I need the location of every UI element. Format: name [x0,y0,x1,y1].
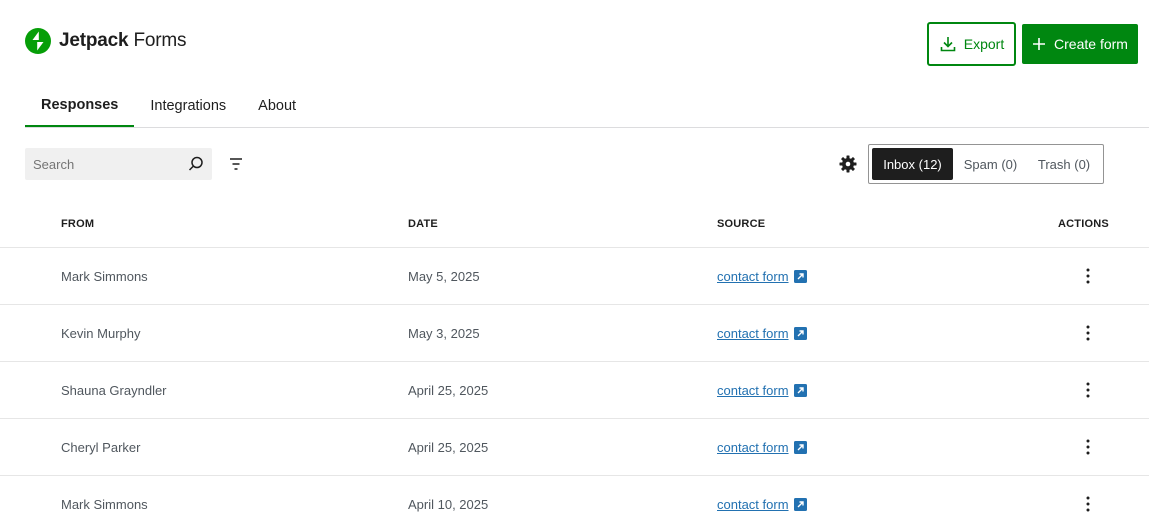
tabs-divider [25,127,1149,128]
tab-label: Integrations [150,97,227,114]
source-link[interactable]: contact form [717,440,807,455]
tab-integrations[interactable]: Integrations [134,84,242,127]
jetpack-bolt-icon [25,28,51,54]
source-link-text: contact form [717,383,789,398]
cell-date: April 25, 2025 [408,383,489,398]
external-link-icon [793,327,807,340]
cell-date: April 10, 2025 [408,497,489,512]
table-row[interactable]: Kevin Murphy May 3, 2025 contact form [0,305,1149,362]
filter-icon[interactable] [226,154,246,174]
more-vertical-icon[interactable] [1078,379,1098,401]
more-vertical-icon[interactable] [1078,493,1098,515]
cell-from: Mark Simmons [61,269,148,284]
download-icon [940,37,956,52]
export-button[interactable]: Export [927,22,1016,66]
source-link-text: contact form [717,440,789,455]
responses-toolbar: Inbox (12) Spam (0) Trash (0) [0,144,1149,184]
column-header-from: FROM [61,218,95,230]
column-header-actions: ACTIONS [1058,218,1109,230]
folder-trash[interactable]: Trash (0) [1028,148,1100,180]
search-icon[interactable] [187,155,205,173]
app-title: Jetpack Forms [59,30,187,51]
app-logo: Jetpack Forms [25,28,186,54]
cell-from: Mark Simmons [61,497,148,512]
folder-spam[interactable]: Spam (0) [953,148,1028,180]
source-link-text: contact form [717,269,789,284]
folder-inbox[interactable]: Inbox (12) [872,148,953,180]
column-header-source: SOURCE [717,218,766,230]
cell-source: contact form [717,326,807,341]
cell-source: contact form [717,440,807,455]
column-header-date: DATE [408,218,438,230]
create-form-button[interactable]: Create form [1022,24,1138,64]
source-link-text: contact form [717,497,789,512]
cell-from: Cheryl Parker [61,440,141,455]
folder-label: Trash (0) [1037,156,1091,172]
tab-about[interactable]: About [242,84,312,127]
external-link-icon [793,441,807,454]
folder-label: Spam (0) [963,156,1018,172]
tab-bar: Responses Integrations About [25,84,312,128]
cell-from: Shauna Grayndler [61,383,167,398]
external-link-icon [793,384,807,397]
cell-source: contact form [717,269,807,284]
external-link-icon [793,270,807,283]
cell-date: May 3, 2025 [408,326,480,341]
table-row[interactable]: Shauna Grayndler April 25, 2025 contact … [0,362,1149,419]
cell-date: April 25, 2025 [408,440,489,455]
more-vertical-icon[interactable] [1078,265,1098,287]
tab-responses[interactable]: Responses [25,84,135,127]
search-input[interactable] [25,148,185,180]
cell-source: contact form [717,497,807,512]
external-link-icon [793,498,807,511]
cell-from: Kevin Murphy [61,326,141,341]
export-button-label: Export [963,36,1005,52]
search-box [25,148,212,180]
cell-source: contact form [717,383,807,398]
table-row[interactable]: Mark Simmons May 5, 2025 contact form [0,248,1149,305]
table-row[interactable]: Mark Simmons April 10, 2025 contact form [0,476,1149,526]
source-link[interactable]: contact form [717,326,807,341]
responses-table: FROM DATE SOURCE ACTIONS Mark Simmons Ma… [0,200,1149,526]
table-row[interactable]: Cheryl Parker April 25, 2025 contact for… [0,419,1149,476]
source-link[interactable]: contact form [717,497,807,512]
source-link[interactable]: contact form [717,383,807,398]
folder-switcher: Inbox (12) Spam (0) Trash (0) [868,144,1104,184]
page-header: Jetpack Forms Export Create form [0,0,1149,84]
source-link[interactable]: contact form [717,269,807,284]
create-form-button-label: Create form [1054,36,1128,52]
cell-date: May 5, 2025 [408,269,480,284]
more-vertical-icon[interactable] [1078,436,1098,458]
tab-label: About [258,97,297,114]
gear-icon[interactable] [838,154,858,174]
source-link-text: contact form [717,326,789,341]
plus-icon [1033,38,1046,50]
folder-label: Inbox (12) [883,156,942,172]
more-vertical-icon[interactable] [1078,322,1098,344]
tab-label: Responses [41,96,119,113]
table-header: FROM DATE SOURCE ACTIONS [0,200,1149,248]
